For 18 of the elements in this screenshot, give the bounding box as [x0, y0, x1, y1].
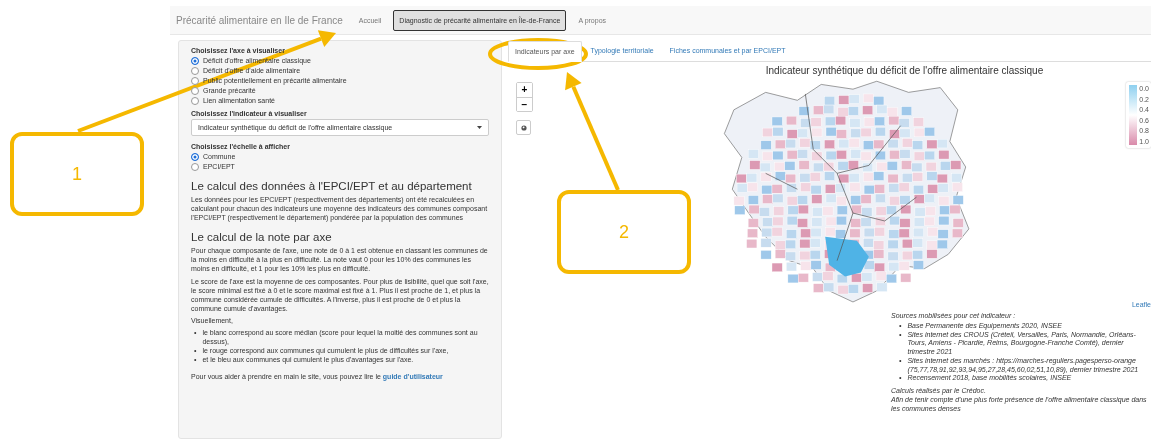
section-heading: Le calcul des données à l'EPCI/EPT et au département — [191, 180, 473, 192]
app-title: Précarité alimentaire en Ile de France — [176, 14, 343, 26]
radio-button[interactable] — [191, 66, 199, 75]
locate-button[interactable] — [516, 120, 531, 135]
radio-button[interactable] — [191, 162, 199, 171]
radio-button[interactable] — [191, 56, 199, 65]
globe-icon — [520, 124, 527, 131]
map-title: Indicateur synthétique du déficit de l'offre alimentaire classique — [764, 65, 1045, 76]
callout-number: 1 — [10, 132, 144, 216]
radio-button[interactable] — [191, 152, 199, 161]
callout-number: 2 — [557, 190, 691, 274]
legend-gradient — [1129, 85, 1138, 145]
section-heading: Le calcul de la note par axe — [191, 231, 333, 244]
radio-button[interactable] — [191, 76, 199, 85]
radio-button[interactable] — [191, 96, 199, 105]
radio-button[interactable] — [191, 86, 199, 95]
caret-icon — [477, 126, 482, 129]
zoom-out-button[interactable]: − — [517, 97, 532, 111]
